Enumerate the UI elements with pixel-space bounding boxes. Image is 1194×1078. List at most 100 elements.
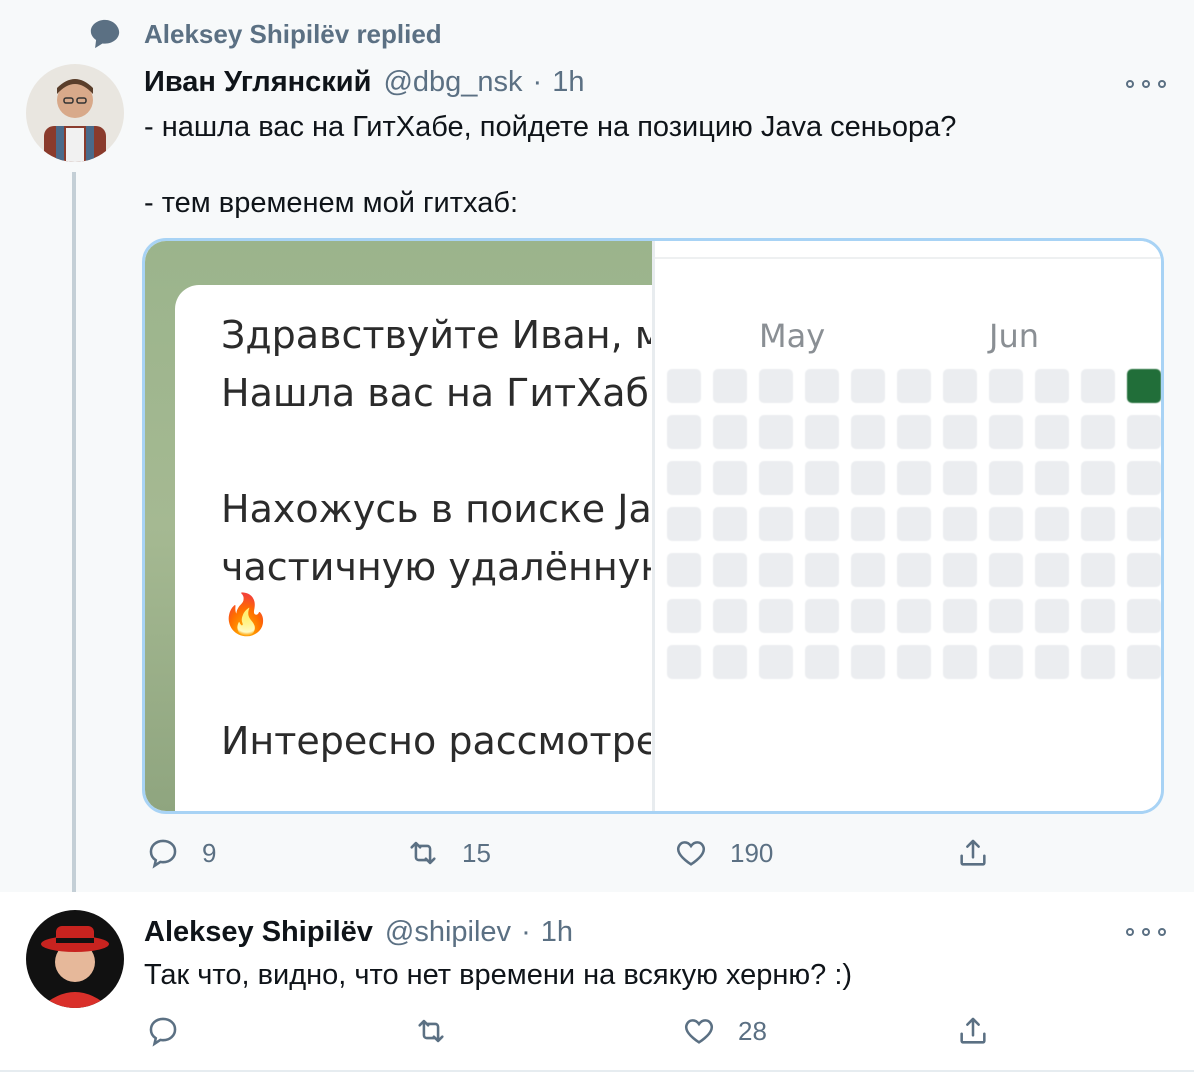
display-name[interactable]: Иван Углянский xyxy=(144,66,371,99)
dot-icon xyxy=(1142,928,1150,936)
dot-icon xyxy=(1126,928,1134,936)
contribution-cell xyxy=(897,553,931,587)
contribution-cell xyxy=(943,415,977,449)
separator: · xyxy=(532,66,543,98)
contribution-cell xyxy=(943,369,977,403)
contribution-cell xyxy=(897,369,931,403)
contribution-cell xyxy=(759,461,793,495)
contribution-cell xyxy=(1035,461,1069,495)
timestamp[interactable]: 1h xyxy=(541,916,573,949)
contribution-cell xyxy=(667,507,701,541)
avatar[interactable] xyxy=(26,64,124,162)
like-button[interactable]: 190 xyxy=(674,836,773,870)
contribution-cell xyxy=(805,599,839,633)
retweet-icon xyxy=(410,841,436,865)
contribution-cell xyxy=(1127,599,1161,633)
reply-tweet[interactable]: Aleksey Shipilёv @shipilev · 1h Так что,… xyxy=(0,892,1194,1078)
contribution-cell xyxy=(943,645,977,679)
reply-count: 9 xyxy=(202,837,217,868)
dot-icon xyxy=(1158,80,1166,88)
contribution-cell xyxy=(851,507,885,541)
contribution-cell xyxy=(713,599,747,633)
contribution-cell xyxy=(805,645,839,679)
share-button[interactable] xyxy=(956,1014,990,1048)
divider xyxy=(0,1070,1194,1072)
retweet-button[interactable] xyxy=(414,1014,448,1048)
month-label: May xyxy=(759,317,826,355)
month-label: Jun xyxy=(989,317,1039,355)
reply-button[interactable]: 9 xyxy=(146,836,216,870)
chat-line: частичную удалённую xyxy=(221,545,651,589)
tweet-text: Так что, видно, что нет времени на всяку… xyxy=(144,959,853,991)
contribution-cell xyxy=(759,553,793,587)
timestamp[interactable]: 1h xyxy=(552,66,584,99)
contribution-cell xyxy=(851,369,885,403)
contribution-grid xyxy=(667,369,1161,679)
contribution-cell xyxy=(667,415,701,449)
contribution-cell xyxy=(759,507,793,541)
user-handle[interactable]: @shipilev xyxy=(385,916,511,949)
more-options-button[interactable] xyxy=(1126,922,1166,942)
contribution-cell xyxy=(1127,645,1161,679)
contribution-cell xyxy=(1035,645,1069,679)
contribution-cell xyxy=(1127,415,1161,449)
fire-emoji: 🔥 xyxy=(221,593,271,637)
contribution-cell xyxy=(897,599,931,633)
chat-screenshot: Здравствуйте Иван, м Нашла вас на ГитХаб… xyxy=(145,241,695,811)
contribution-cell xyxy=(989,553,1023,587)
contribution-cell xyxy=(851,599,885,633)
contribution-cell xyxy=(1035,415,1069,449)
like-count: 28 xyxy=(738,1015,767,1046)
contribution-cell xyxy=(667,461,701,495)
contribution-cell xyxy=(943,507,977,541)
reply-button[interactable] xyxy=(146,1014,180,1048)
contribution-cell xyxy=(805,369,839,403)
more-options-button[interactable] xyxy=(1126,74,1166,94)
contribution-cell xyxy=(989,415,1023,449)
retweet-icon xyxy=(418,1019,444,1043)
reply-icon xyxy=(149,839,177,869)
contribution-cell xyxy=(759,369,793,403)
contribution-cell xyxy=(1081,645,1115,679)
contribution-cell xyxy=(1035,507,1069,541)
contribution-cell xyxy=(989,461,1023,495)
contribution-cell xyxy=(943,599,977,633)
avatar[interactable] xyxy=(26,910,124,1008)
context-label: Aleksey Shipilёv replied xyxy=(144,18,442,49)
contribution-cell xyxy=(851,645,885,679)
like-button[interactable]: 28 xyxy=(682,1014,767,1048)
user-handle[interactable]: @dbg_nsk xyxy=(383,66,522,99)
contribution-cell xyxy=(989,599,1023,633)
contribution-cell xyxy=(1081,507,1115,541)
contribution-cell xyxy=(1035,553,1069,587)
chat-line: Нашла вас на ГитХабе xyxy=(221,371,651,415)
chat-line: Интересно рассмотре xyxy=(221,719,651,763)
dot-icon xyxy=(1142,80,1150,88)
contribution-cell xyxy=(943,461,977,495)
contribution-cell xyxy=(897,645,931,679)
tweet-header: Иван Углянский @dbg_nsk · 1h xyxy=(144,66,584,99)
contribution-cell xyxy=(713,461,747,495)
contribution-cell-active xyxy=(1127,369,1161,403)
thread-line xyxy=(72,172,76,902)
tweet-text: - нашла вас на ГитХабе, пойдете на позиц… xyxy=(144,111,957,219)
heart-icon xyxy=(676,841,706,866)
tweet-media[interactable]: Здравствуйте Иван, м Нашла вас на ГитХаб… xyxy=(142,238,1164,814)
contribution-cell xyxy=(943,553,977,587)
retweet-button[interactable]: 15 xyxy=(406,836,491,870)
display-name[interactable]: Aleksey Shipilёv xyxy=(144,916,373,949)
contribution-cell xyxy=(667,645,701,679)
tweet-header: Aleksey Shipilёv @shipilev · 1h xyxy=(144,916,573,949)
share-button[interactable] xyxy=(956,836,990,870)
parent-tweet[interactable]: Aleksey Shipilёv replied Иван Углянский … xyxy=(0,0,1194,902)
contribution-cell xyxy=(897,507,931,541)
contribution-cell xyxy=(897,461,931,495)
contribution-cell xyxy=(667,369,701,403)
divider xyxy=(655,257,1161,259)
reply-icon xyxy=(149,1017,177,1047)
contribution-cell xyxy=(759,415,793,449)
contribution-cell xyxy=(1081,415,1115,449)
share-icon xyxy=(960,839,986,866)
contribution-cell xyxy=(1035,599,1069,633)
social-context: Aleksey Shipilёv replied xyxy=(88,14,442,54)
